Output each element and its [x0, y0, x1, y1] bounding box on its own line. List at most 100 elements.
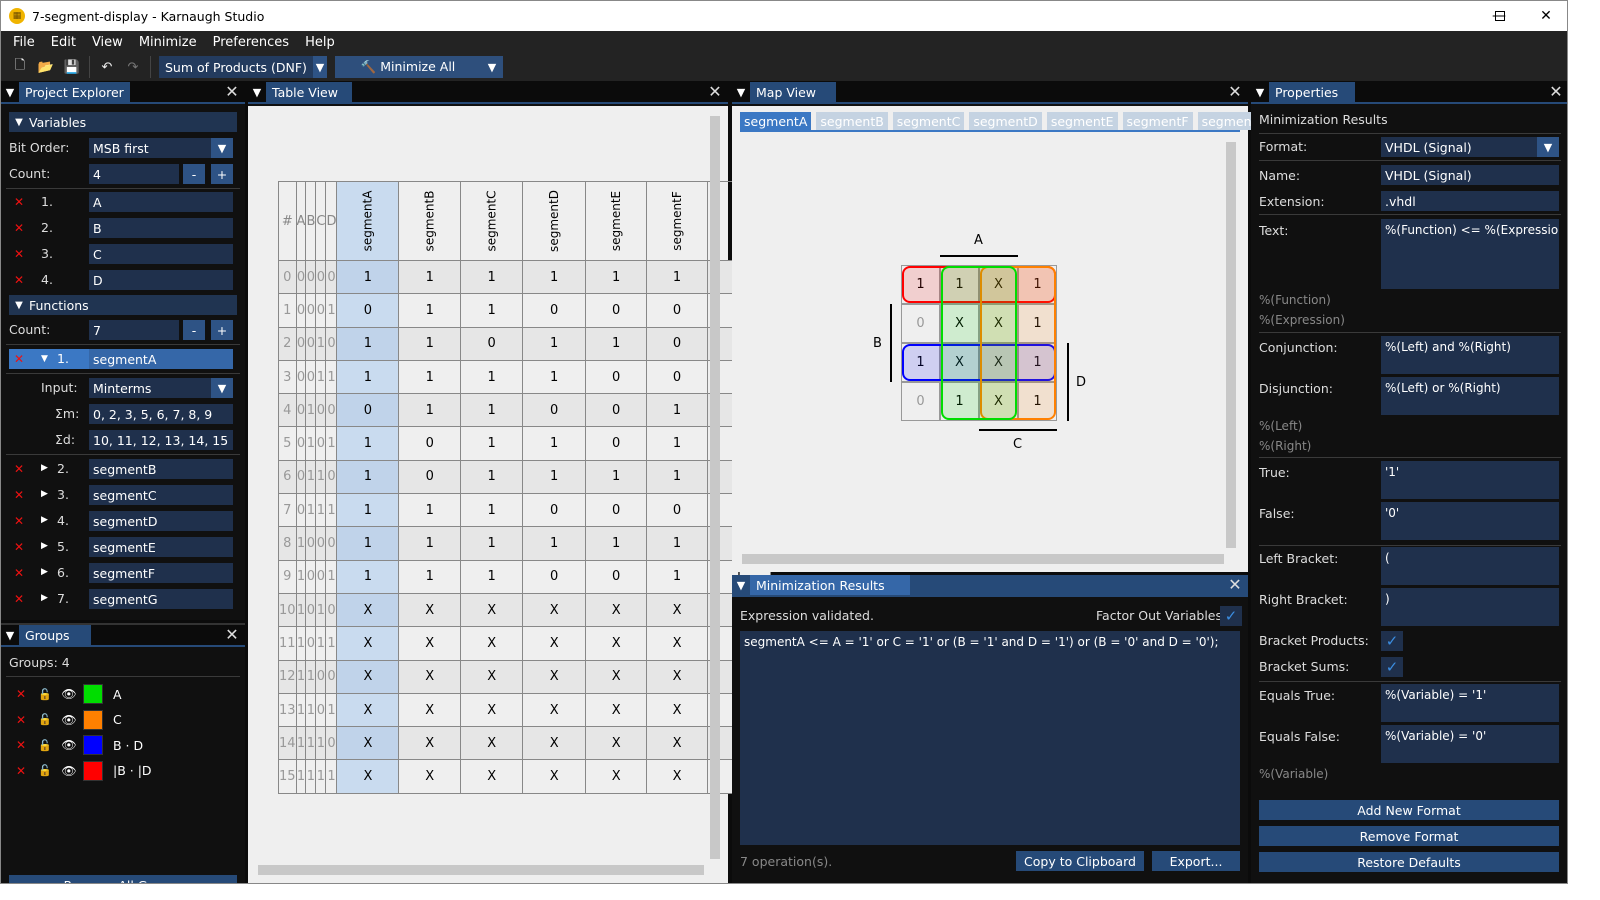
variable-name-field[interactable]: D [89, 270, 233, 290]
expand-icon[interactable]: ▶ [41, 593, 48, 603]
variable-name-field[interactable]: C [89, 244, 233, 264]
output-cell[interactable]: X [585, 592, 648, 628]
delete-icon[interactable]: ✕ [14, 273, 24, 287]
output-cell[interactable]: X [460, 692, 524, 728]
output-cell[interactable]: 0 [585, 293, 648, 328]
output-cell[interactable]: 1 [460, 293, 524, 328]
expand-icon[interactable]: ▶ [41, 515, 48, 525]
output-cell[interactable]: 0 [522, 559, 587, 594]
horizontal-scrollbar[interactable] [742, 554, 1224, 564]
remove-all-groups-button[interactable]: Remove All Groups [9, 875, 237, 883]
output-cell[interactable]: 1 [336, 493, 400, 528]
function-column-header[interactable]: segmentB [398, 181, 462, 261]
output-cell[interactable]: X [398, 726, 462, 761]
output-cell[interactable]: X [646, 626, 708, 661]
output-cell[interactable]: 1 [460, 526, 524, 561]
open-folder-icon[interactable]: 📂 [33, 56, 59, 78]
output-cell[interactable]: 1 [336, 359, 400, 395]
output-cell[interactable]: 1 [522, 459, 587, 495]
output-cell[interactable]: 0 [398, 459, 462, 495]
output-cell[interactable]: X [646, 726, 708, 761]
function-column-header[interactable]: segmentC [460, 181, 524, 261]
variable-name-field[interactable]: B [89, 218, 233, 238]
output-cell[interactable]: 0 [460, 326, 524, 361]
output-cell[interactable]: X [398, 626, 462, 661]
delete-icon[interactable]: ✕ [14, 462, 24, 476]
output-cell[interactable]: 0 [398, 426, 462, 461]
delete-icon[interactable]: ✕ [14, 352, 24, 366]
delete-icon[interactable]: ✕ [14, 566, 24, 580]
vertical-scrollbar[interactable] [1226, 142, 1236, 548]
group-color-swatch[interactable] [83, 735, 103, 755]
name-field[interactable]: VHDL (Signal) [1381, 165, 1559, 185]
output-cell[interactable]: 0 [522, 293, 587, 328]
output-cell[interactable]: X [336, 692, 400, 728]
expand-icon[interactable]: ▶ [41, 489, 48, 499]
panel-menu-icon[interactable]: ▼ [248, 86, 266, 99]
decrement-button[interactable]: - [183, 320, 205, 340]
output-cell[interactable]: 0 [585, 359, 648, 395]
menu-view[interactable]: View [84, 35, 131, 50]
maximize-icon[interactable] [1477, 1, 1523, 31]
output-cell[interactable]: 1 [460, 393, 524, 428]
close-icon[interactable]: ✕ [1523, 1, 1567, 31]
remove-format-button[interactable]: Remove Format [1259, 826, 1559, 846]
extension-field[interactable]: .vhdl [1381, 191, 1559, 211]
output-cell[interactable]: 0 [646, 326, 708, 361]
delete-icon[interactable]: ✕ [9, 713, 33, 727]
delete-icon[interactable]: ✕ [14, 221, 24, 235]
output-cell[interactable]: 0 [585, 559, 648, 594]
output-cell[interactable]: X [585, 626, 648, 661]
unlock-icon[interactable]: 🔓 [33, 764, 57, 777]
output-cell[interactable]: 1 [336, 326, 400, 361]
output-cell[interactable]: 0 [522, 393, 587, 428]
function-name-field[interactable]: segmentC [89, 485, 233, 505]
output-cell[interactable]: X [585, 759, 648, 794]
output-cell[interactable]: 1 [398, 526, 462, 561]
copy-to-clipboard-button[interactable]: Copy to Clipboard [1016, 851, 1144, 871]
output-cell[interactable]: 1 [398, 259, 462, 295]
output-cell[interactable]: 1 [336, 259, 400, 295]
output-cell[interactable]: X [585, 659, 648, 694]
output-cell[interactable]: X [460, 759, 524, 794]
unlock-icon[interactable]: 🔓 [33, 688, 57, 701]
output-cell[interactable]: X [646, 692, 708, 728]
output-cell[interactable]: 1 [460, 259, 524, 295]
output-cell[interactable]: 0 [646, 493, 708, 528]
output-cell[interactable]: X [460, 659, 524, 694]
add-format-button[interactable]: Add New Format [1259, 800, 1559, 820]
function-name-field[interactable]: segmentB [89, 459, 233, 479]
function-column-header[interactable]: segmentA [336, 181, 400, 261]
function-name-field[interactable]: segmentE [89, 537, 233, 557]
function-name-field[interactable]: segmentG [89, 589, 233, 609]
undo-icon[interactable]: ↶ [94, 56, 120, 78]
equals-true-field[interactable]: %(Variable) = '1' [1381, 684, 1559, 722]
group-color-swatch[interactable] [83, 709, 103, 730]
visibility-icon[interactable]: 👁 [57, 687, 81, 701]
unlock-icon[interactable]: 🔓 [33, 739, 57, 752]
output-cell[interactable]: X [398, 692, 462, 728]
delete-icon[interactable]: ✕ [14, 247, 24, 261]
bit-order-select[interactable]: MSB first ▼ [89, 138, 233, 158]
delete-icon[interactable]: ✕ [9, 738, 33, 752]
output-cell[interactable]: 1 [585, 326, 648, 361]
panel-menu-icon[interactable]: ▼ [732, 579, 750, 592]
chevron-down-icon[interactable]: ▼ [481, 61, 503, 74]
output-cell[interactable]: X [522, 759, 587, 794]
export-button[interactable]: Export... [1152, 851, 1240, 871]
output-cell[interactable]: 1 [522, 326, 587, 361]
variables-section-header[interactable]: ▼ Variables [9, 112, 237, 132]
redo-icon[interactable]: ↷ [120, 56, 146, 78]
form-select[interactable]: Sum of Products (DNF) ▼ [159, 56, 327, 78]
variable-name-field[interactable]: A [89, 192, 233, 212]
output-cell[interactable]: 1 [336, 526, 400, 561]
equals-false-field[interactable]: %(Variable) = '0' [1381, 725, 1559, 763]
output-cell[interactable]: X [522, 592, 587, 628]
variable-count-field[interactable]: 4 [89, 164, 179, 184]
output-cell[interactable]: 0 [585, 426, 648, 461]
vertical-scrollbar[interactable] [710, 116, 720, 859]
output-cell[interactable]: 0 [585, 393, 648, 428]
delete-icon[interactable]: ✕ [14, 195, 24, 209]
output-cell[interactable]: 1 [522, 359, 587, 395]
restore-defaults-button[interactable]: Restore Defaults [1259, 852, 1559, 872]
